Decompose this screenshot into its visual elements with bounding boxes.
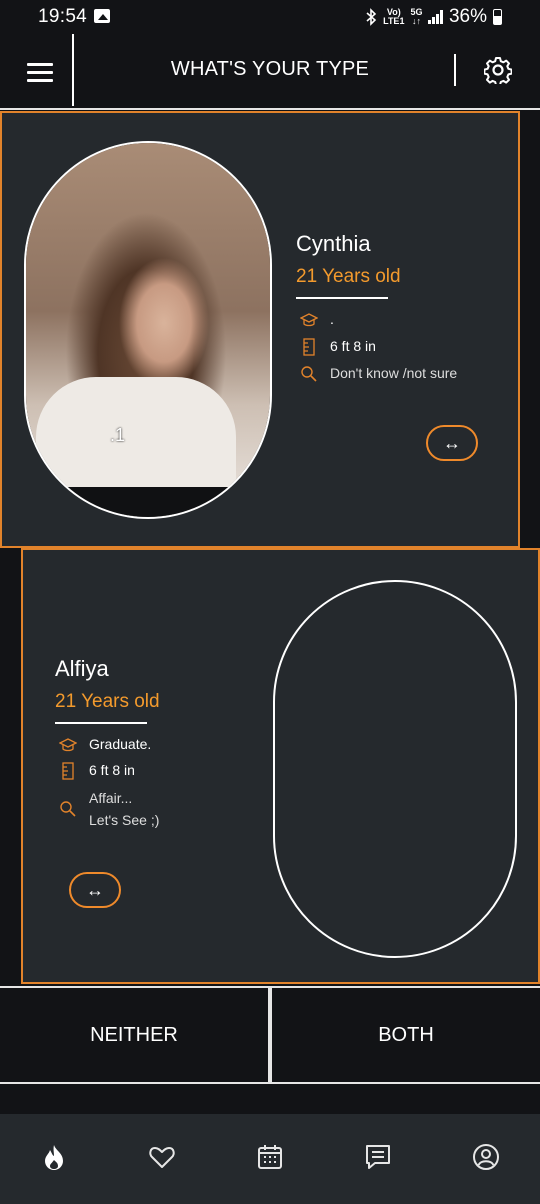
education-value: . [330, 311, 334, 327]
education-row: . [300, 311, 334, 329]
status-indicators: Vo) LTE1 5G ↓↑ 36% [365, 6, 502, 28]
ruler-icon [62, 762, 74, 780]
bottom-navigation [0, 1114, 540, 1204]
signal-icon [428, 10, 443, 24]
neither-button[interactable]: NEITHER [0, 988, 268, 1082]
app-header: WHAT'S YOUR TYPE [0, 34, 540, 108]
photo-shirt-shape [36, 377, 236, 487]
status-time: 19:54 [38, 6, 88, 27]
looking-for-value: Don't know /not sure [330, 365, 458, 381]
ruler-icon [303, 338, 315, 356]
header-divider-left [72, 34, 74, 106]
profile-photo-placeholder[interactable] [273, 580, 517, 958]
page-title: WHAT'S YOUR TYPE [170, 58, 370, 80]
height-value: 6 ft 8 in [330, 338, 376, 354]
name-underline [55, 722, 147, 724]
choice-separator-bottom [0, 1082, 540, 1084]
heart-icon[interactable] [147, 1142, 177, 1172]
5g-indicator: 5G ↓↑ [410, 8, 422, 26]
swap-button[interactable]: ↔ [69, 872, 121, 908]
height-row: 6 ft 8 in [59, 762, 135, 780]
flame-icon[interactable] [39, 1142, 69, 1172]
looking-for-line-1: Affair... [89, 790, 133, 806]
graduation-cap-icon [59, 738, 77, 752]
looking-for-row: Affair... Let's See ;) [59, 790, 159, 828]
height-value: 6 ft 8 in [89, 762, 135, 778]
height-row: 6 ft 8 in [300, 338, 376, 356]
graduation-cap-icon [300, 313, 318, 327]
education-value: Graduate. [89, 736, 152, 752]
education-row: Graduate. [59, 736, 151, 754]
header-divider-right [454, 54, 456, 86]
battery-icon [493, 9, 502, 25]
looking-for-row: Don't know /not sure [300, 365, 457, 383]
calendar-icon[interactable] [255, 1142, 285, 1172]
profile-icon[interactable] [471, 1142, 501, 1172]
profile-name: Alfiya [55, 656, 109, 681]
data-arrows-label: ↓↑ [411, 16, 421, 26]
profile-name: Cynthia [296, 231, 371, 256]
profile-photo[interactable]: .1 [24, 141, 272, 519]
lte-label: LTE1 [383, 16, 405, 26]
profile-card-cynthia[interactable]: .1 Cynthia 21 Years old . 6 ft 8 in Don'… [0, 111, 520, 548]
search-icon [60, 801, 76, 817]
profile-age: 21 Years old [296, 266, 401, 287]
battery-percent: 36% [448, 6, 487, 27]
volte-indicator: Vo) LTE1 [383, 8, 404, 26]
status-bar: 19:54 Vo) LTE1 5G ↓↑ 36% [0, 0, 540, 34]
photo-bottom-bar [26, 487, 270, 517]
hamburger-menu-icon[interactable] [27, 63, 53, 83]
profile-card-alfiya[interactable]: Alfiya 21 Years old Graduate. 6 ft 8 in … [21, 548, 540, 984]
header-separator [0, 108, 540, 110]
looking-for-text: Affair... Let's See ;) [89, 790, 159, 828]
looking-for-line-2: Let's See ;) [89, 812, 160, 828]
image-notification-icon [94, 9, 110, 23]
bluetooth-icon [366, 8, 377, 26]
profile-age: 21 Years old [55, 691, 160, 712]
choice-bar: NEITHER BOTH [0, 986, 540, 1084]
swap-button[interactable]: ↔ [426, 425, 478, 461]
both-button[interactable]: BOTH [272, 988, 540, 1082]
name-underline [296, 297, 388, 299]
search-icon [301, 366, 317, 382]
gear-icon[interactable] [484, 56, 512, 84]
photo-index: .1 [110, 425, 126, 445]
chat-icon[interactable] [363, 1142, 393, 1172]
